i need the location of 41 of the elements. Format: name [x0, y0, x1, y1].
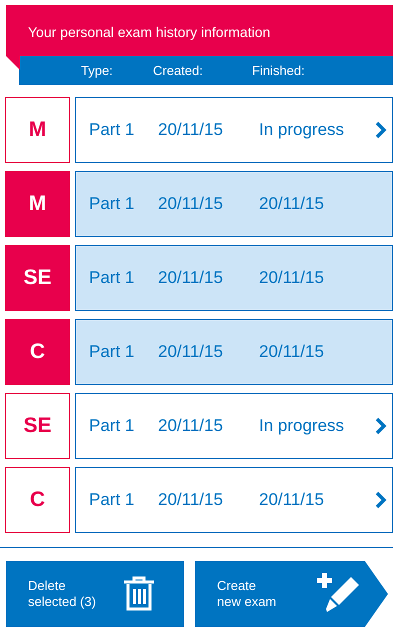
column-label: Type:: [81, 62, 114, 80]
chevron-right-icon[interactable]: [375, 417, 387, 435]
exam-finished-status: In progress: [259, 119, 346, 142]
exam-row[interactable]: Part 1 20/11/15 20/11/15: [75, 171, 393, 237]
exam-row[interactable]: Part 1 20/11/15 20/11/15: [75, 245, 393, 311]
exam-created-date: 20/11/15: [158, 267, 224, 290]
exam-created-date: 20/11/15: [158, 415, 224, 438]
exam-part: Part 1: [89, 341, 136, 364]
exam-type-tile[interactable]: SE: [5, 245, 70, 311]
exam-row[interactable]: Part 1 20/11/15 20/11/15: [75, 319, 393, 385]
exam-finished-status: 20/11/15: [259, 267, 325, 290]
exam-row[interactable]: Part 1 20/11/15 20/11/15: [75, 467, 393, 533]
chevron-right-icon[interactable]: [375, 491, 387, 509]
exam-type-tile[interactable]: M: [5, 171, 70, 237]
exam-finished-status: In progress: [259, 415, 346, 438]
exam-type-tile[interactable]: M: [5, 97, 70, 163]
exam-row[interactable]: Part 1 20/11/15 In progress: [75, 393, 393, 459]
chevron-right-icon[interactable]: [375, 121, 387, 139]
exam-part: Part 1: [89, 119, 136, 142]
exam-part: Part 1: [89, 415, 136, 438]
exam-created-date: 20/11/15: [158, 193, 224, 216]
exam-created-date: 20/11/15: [158, 341, 224, 364]
exam-part: Part 1: [89, 267, 136, 290]
exam-type-tile[interactable]: SE: [5, 393, 70, 459]
create-button[interactable]: Create new exam: [195, 561, 388, 627]
delete-button[interactable]: Delete selected (3): [6, 561, 184, 627]
column-label: Finished:: [252, 62, 306, 80]
exam-type-tile[interactable]: C: [5, 467, 70, 533]
header-banner: Your personal exam history information: [6, 5, 393, 56]
column-label: Created:: [153, 62, 204, 80]
exam-created-date: 20/11/15: [158, 489, 224, 512]
exam-finished-status: 20/11/15: [259, 341, 325, 364]
banner-notch-icon: [6, 56, 20, 72]
exam-row[interactable]: Part 1 20/11/15 In progress: [75, 97, 393, 163]
exam-finished-status: 20/11/15: [259, 489, 325, 512]
exam-type-tile[interactable]: C: [5, 319, 70, 385]
exam-part: Part 1: [89, 489, 136, 512]
exam-created-date: 20/11/15: [158, 119, 224, 142]
exam-part: Part 1: [89, 193, 136, 216]
trash-icon: [123, 576, 155, 612]
exam-finished-status: 20/11/15: [259, 193, 325, 216]
